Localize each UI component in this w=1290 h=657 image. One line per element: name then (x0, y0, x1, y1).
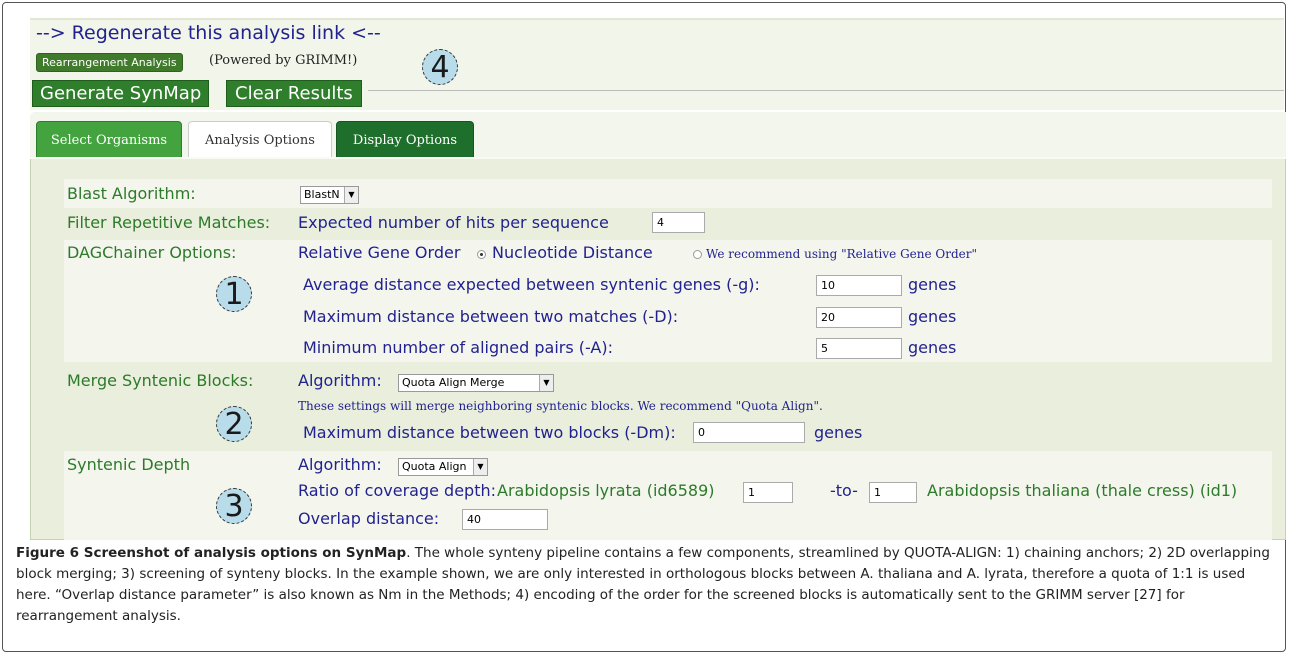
marker-4: 4 (422, 49, 458, 85)
organism-1-depth-input[interactable] (743, 482, 793, 503)
merge-note: These settings will merge neighboring sy… (298, 399, 823, 413)
nucleotide-distance-label: Nucleotide Distance (492, 243, 653, 262)
avg-distance-input[interactable] (816, 275, 902, 296)
chevron-down-icon: ▼ (539, 375, 553, 391)
merge-algorithm-select[interactable]: Quota Align Merge ▼ (398, 374, 554, 392)
dagchainer-recommendation: We recommend using "Relative Gene Order" (706, 247, 978, 261)
blast-label: Blast Algorithm: (67, 184, 196, 203)
tab-display-options[interactable]: Display Options (336, 121, 474, 158)
max-distance-unit: genes (908, 307, 957, 326)
nucleotide-distance-radio[interactable] (693, 250, 702, 259)
blast-select[interactable]: BlastN ▼ (300, 186, 359, 204)
min-pairs-input[interactable] (816, 338, 902, 359)
min-pairs-label: Minimum number of aligned pairs (-A): (303, 338, 613, 357)
regenerate-link[interactable]: --> Regenerate this analysis link <-- (36, 22, 381, 44)
depth-algorithm-value: Quota Align (402, 460, 467, 473)
merge-algorithm-label: Algorithm: (298, 371, 382, 390)
merge-algorithm-value: Quota Align Merge (402, 376, 505, 389)
min-pairs-unit: genes (908, 338, 957, 357)
max-distance-input[interactable] (816, 307, 902, 328)
organism-2-depth-input[interactable] (869, 482, 917, 503)
relative-gene-order-label: Relative Gene Order (298, 243, 461, 262)
max-block-distance-label: Maximum distance between two blocks (-Dm… (303, 423, 676, 442)
max-block-distance-input[interactable] (693, 422, 805, 443)
overlap-distance-input[interactable] (462, 509, 548, 530)
generate-synmap-button[interactable]: Generate SynMap (32, 80, 210, 107)
divider (368, 90, 1284, 91)
marker-1: 1 (216, 276, 252, 312)
organism-2: Arabidopsis thaliana (thale cress) (id1) (927, 481, 1238, 500)
dagchainer-label: DAGChainer Options: (67, 243, 237, 262)
chevron-down-icon: ▼ (473, 459, 487, 475)
organism-1: Arabidopsis lyrata (id6589) (497, 481, 715, 500)
blast-select-value: BlastN (304, 188, 340, 201)
depth-label: Syntenic Depth (67, 455, 191, 474)
filter-text: Expected number of hits per sequence (298, 213, 609, 232)
tab-select-organisms[interactable]: Select Organisms (36, 121, 182, 158)
ratio-label: Ratio of coverage depth: (298, 481, 496, 500)
tab-underline (30, 157, 1286, 159)
powered-by-text: (Powered by GRIMM!) (209, 53, 358, 68)
hits-per-sequence-input[interactable] (652, 212, 705, 233)
merge-label: Merge Syntenic Blocks: (67, 371, 254, 390)
to-label: -to- (830, 481, 858, 500)
max-distance-label: Maximum distance between two matches (-D… (303, 307, 679, 326)
relative-gene-order-radio[interactable] (477, 250, 486, 259)
avg-distance-unit: genes (908, 275, 957, 294)
tab-analysis-options[interactable]: Analysis Options (188, 121, 332, 158)
depth-algorithm-select[interactable]: Quota Align ▼ (398, 458, 488, 476)
filter-label: Filter Repetitive Matches: (67, 213, 271, 232)
depth-algorithm-label: Algorithm: (298, 455, 382, 474)
rearrangement-analysis-button[interactable]: Rearrangement Analysis (36, 53, 183, 72)
row-bg-blast (64, 179, 1272, 208)
marker-3: 3 (216, 488, 252, 524)
avg-distance-label: Average distance expected between synten… (303, 275, 760, 294)
clear-results-button[interactable]: Clear Results (226, 80, 362, 107)
figure-caption: Figure 6 Screenshot of analysis options … (16, 543, 1278, 627)
marker-2: 2 (216, 406, 252, 442)
overlap-label: Overlap distance: (298, 509, 440, 528)
chevron-down-icon: ▼ (344, 187, 358, 203)
max-block-distance-unit: genes (814, 423, 863, 442)
caption-title: Figure 6 Screenshot of analysis options … (16, 545, 407, 561)
